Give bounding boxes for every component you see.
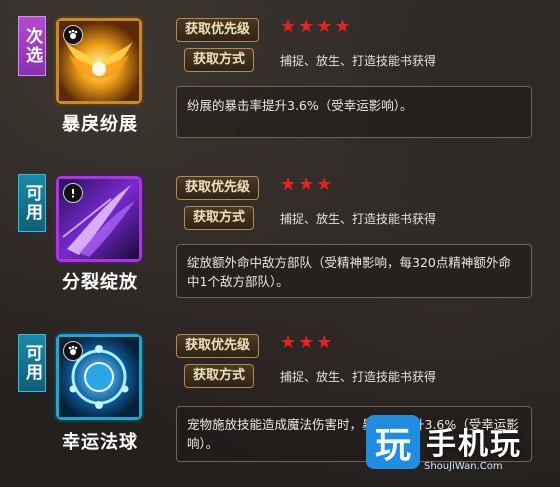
method-text: 捕捉、放生、打造技能书获得: [280, 370, 437, 384]
skill-icon-frame[interactable]: [56, 18, 142, 104]
skill-description: 绽放额外命中敌方部队（受精神影响，每320点精神额外命中1个敌方部队）。: [176, 244, 532, 298]
skill-tag: 次选: [18, 16, 46, 76]
skill-name: 幸运法球: [62, 432, 138, 453]
priority-stars: ★★★: [280, 174, 335, 195]
method-label: 获取方式: [184, 206, 255, 230]
skill-tag: 可用: [18, 174, 46, 232]
paw-badge-icon: [63, 341, 83, 361]
skill-name: 暴戾纷展: [62, 114, 138, 135]
priority-stars: ★★★★: [280, 16, 353, 37]
watermark-url: ShouJiWan.Com: [424, 461, 503, 472]
watermark-title: 手机玩: [426, 427, 522, 462]
method-text: 捕捉、放生、打造技能书获得: [280, 54, 437, 68]
skill-icon-frame[interactable]: [56, 176, 142, 262]
skill-tag: 可用: [18, 334, 46, 392]
method-label: 获取方式: [184, 364, 255, 388]
paw-badge-icon: [63, 25, 83, 45]
info-badge-icon: [63, 183, 83, 203]
method-label: 获取方式: [184, 48, 255, 72]
watermark-logo-box: 玩: [366, 415, 420, 469]
priority-stars: ★★★: [280, 332, 335, 353]
skill-description: 纷展的暴击率提升3.6%（受幸运影响）。: [176, 86, 532, 138]
watermark-logo: 玩 手机玩 ShouJiWan.Com: [366, 415, 554, 481]
priority-label: 获取优先级: [176, 334, 260, 358]
skill-name: 分裂绽放: [62, 272, 138, 293]
priority-label: 获取优先级: [176, 176, 260, 200]
priority-label: 获取优先级: [176, 18, 260, 42]
skill-icon-frame[interactable]: [56, 334, 142, 420]
method-text: 捕捉、放生、打造技能书获得: [280, 212, 437, 226]
